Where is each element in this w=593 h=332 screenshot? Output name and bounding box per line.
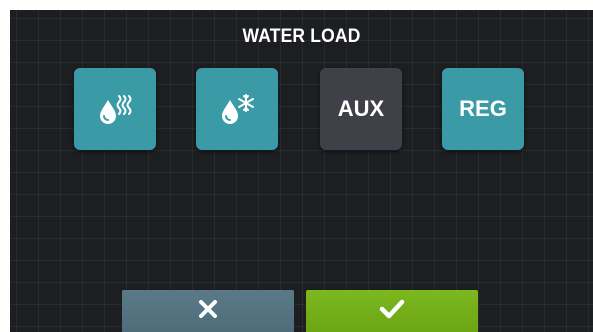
close-icon (197, 298, 219, 325)
aux-button-label: AUX (337, 96, 385, 121)
screen-title: WATER LOAD (242, 26, 361, 47)
cancel-button[interactable] (122, 290, 294, 332)
reg-button[interactable]: REG (442, 68, 524, 150)
check-icon (379, 298, 405, 325)
confirm-button[interactable] (306, 290, 478, 332)
hot-water-drop-icon (97, 91, 133, 127)
cold-water-drop-icon (219, 91, 255, 127)
control-panel-display: WATER LOAD AUX REG (10, 10, 593, 332)
reg-button-label: REG (459, 96, 507, 121)
screen: WATER LOAD AUX REG (0, 0, 593, 332)
aux-button[interactable]: AUX (320, 68, 402, 150)
cold-water-button[interactable] (196, 68, 278, 150)
hot-water-button[interactable] (74, 68, 156, 150)
